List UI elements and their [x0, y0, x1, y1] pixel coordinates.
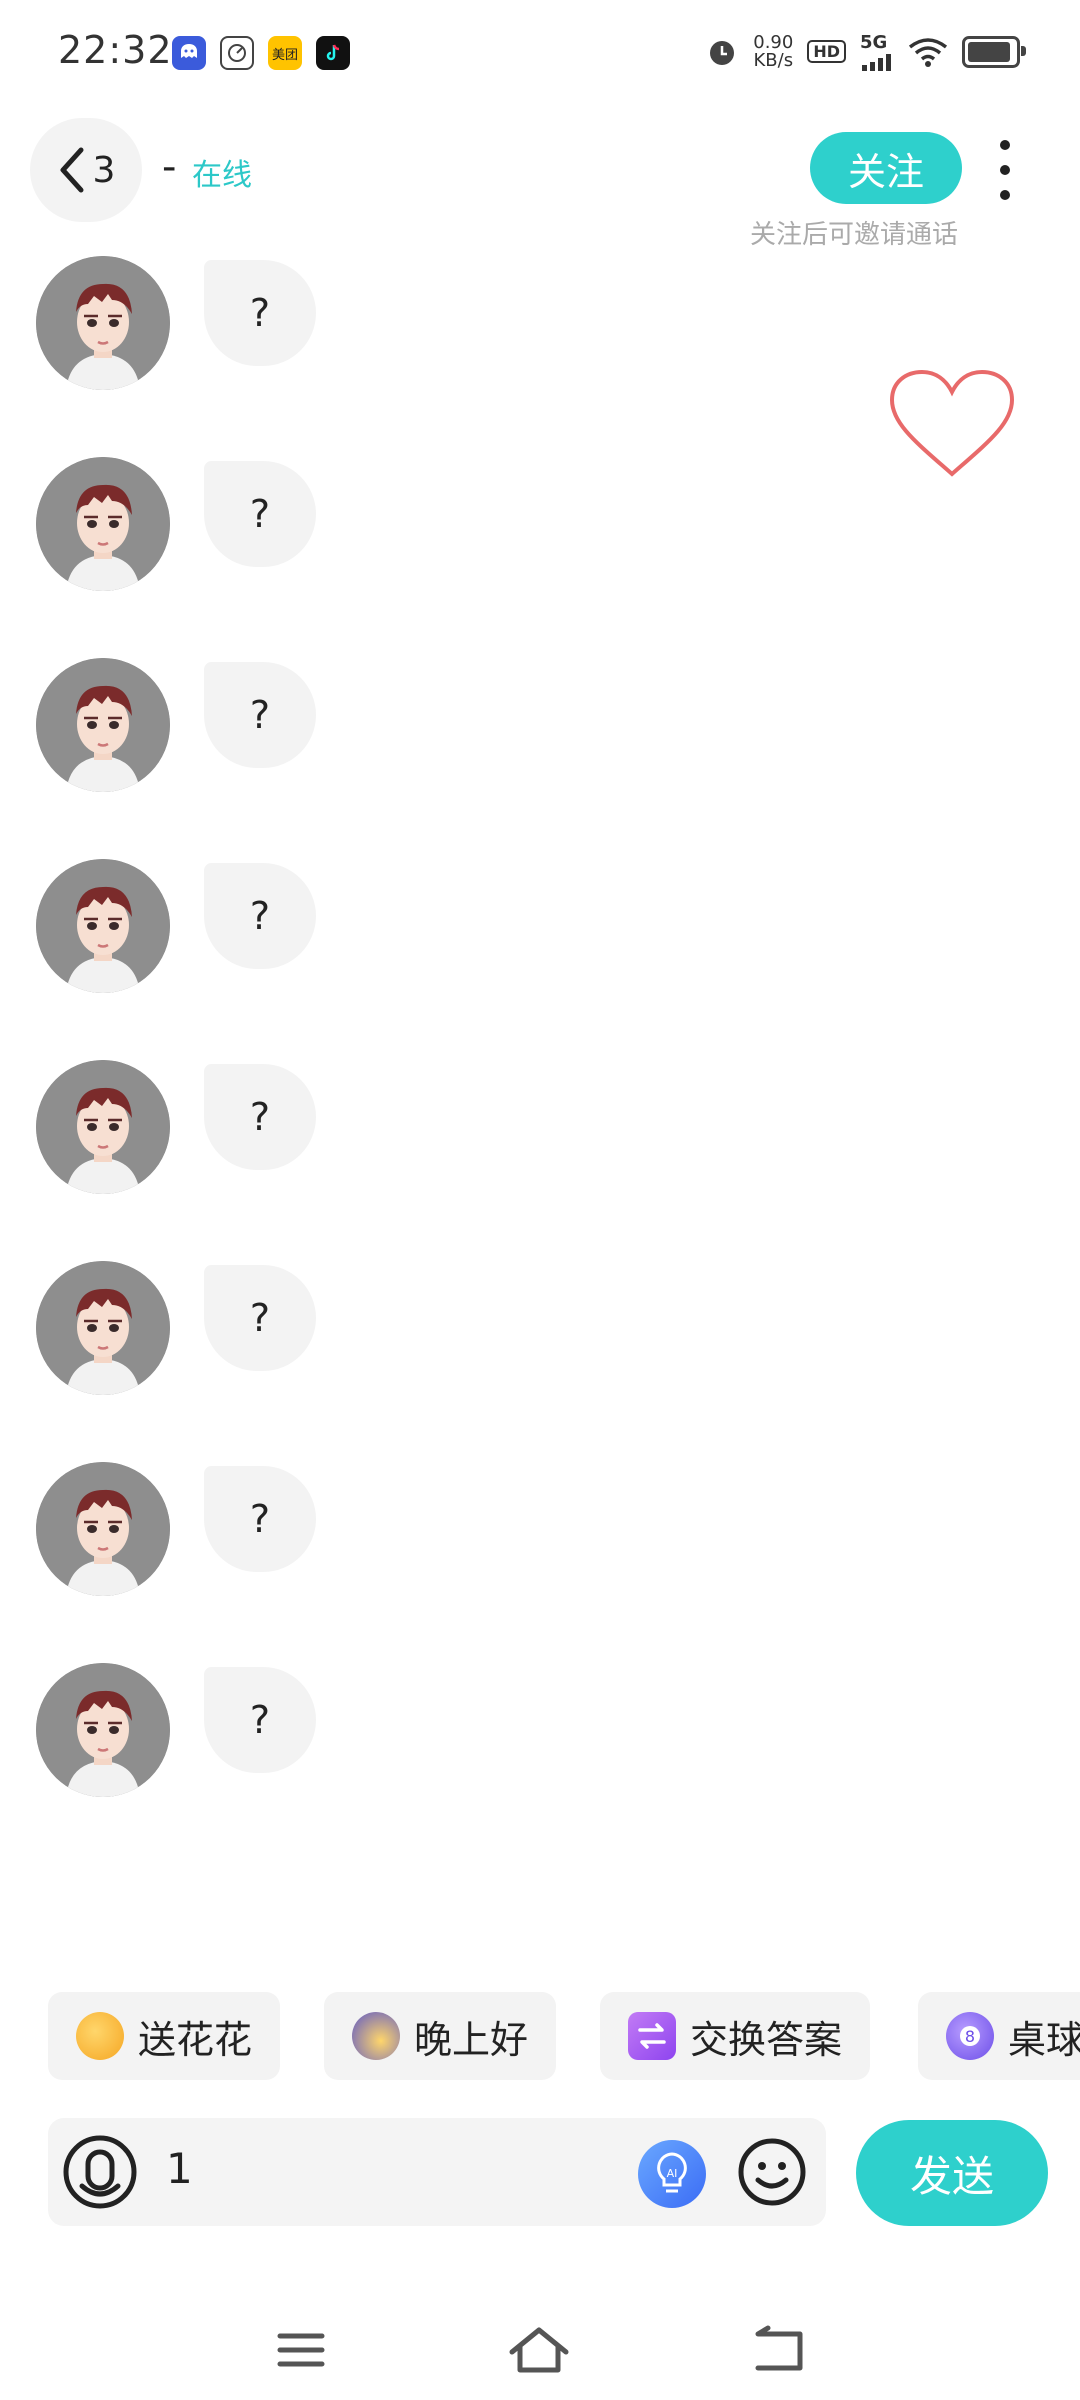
more-dot-icon — [1000, 165, 1010, 175]
message-bubble[interactable]: ? — [204, 1667, 316, 1773]
network-type: 5G — [860, 32, 888, 53]
avatar[interactable] — [36, 1261, 170, 1395]
message-bubble[interactable]: ? — [204, 1265, 316, 1371]
alarm-icon — [710, 40, 735, 65]
quick-reply-label: 交换答案 — [690, 2017, 843, 2062]
emoji-icon[interactable] — [736, 2136, 808, 2208]
avatar[interactable] — [36, 457, 170, 591]
quick-reply-chip[interactable]: 晚上好 — [324, 1992, 557, 2080]
more-dot-icon — [1000, 190, 1010, 200]
back-nav-icon[interactable] — [744, 2320, 814, 2380]
status-time: 22:32 — [58, 28, 173, 72]
chevron-left-icon — [60, 147, 84, 193]
lightbulb-icon: AI — [657, 2152, 687, 2193]
wifi-icon — [908, 37, 948, 67]
message-input-bar[interactable]: 1 AI — [48, 2118, 826, 2226]
avatar[interactable] — [36, 256, 170, 390]
message-bubble[interactable]: ? — [204, 662, 316, 768]
contact-name-separator: - — [162, 144, 177, 190]
svg-text:8: 8 — [965, 2027, 975, 2046]
avatar[interactable] — [36, 1462, 170, 1596]
speed-app-icon — [220, 36, 254, 70]
chat-header: 3 - 在线 关注 关注后可邀请通话 — [0, 110, 1080, 250]
battery-tip — [1021, 45, 1026, 56]
back-button[interactable]: 3 — [30, 118, 142, 222]
exchange-icon — [628, 2012, 676, 2060]
message-row: ? — [36, 1657, 936, 1797]
quick-reply-label: 桌球 — [1008, 2017, 1080, 2062]
notification-icons: 美团 — [172, 36, 350, 70]
battery-level — [968, 41, 1010, 62]
network-speed-value: 0.90 — [753, 31, 794, 53]
quick-reply-chip[interactable]: 送花花 — [48, 1992, 281, 2080]
send-button[interactable]: 发送 — [856, 2120, 1048, 2226]
avatar[interactable] — [36, 1060, 170, 1194]
ai-assist-button[interactable]: AI — [638, 2140, 706, 2208]
flower-emoji-icon — [76, 2012, 124, 2060]
follow-button[interactable]: 关注 — [810, 132, 962, 204]
message-row: ? — [36, 1054, 936, 1194]
message-row: ? — [36, 250, 936, 390]
quick-reply-chip[interactable]: 8 桌球 — [918, 1992, 1080, 2080]
home-icon[interactable] — [504, 2320, 574, 2380]
signal-5g-icon: 5G — [860, 32, 894, 71]
avatar[interactable] — [36, 859, 170, 993]
message-row: ? — [36, 451, 936, 591]
hd-badge: HD — [807, 40, 846, 63]
message-bubble[interactable]: ? — [204, 260, 316, 366]
meituan-icon: 美团 — [268, 36, 302, 70]
menu-icon[interactable] — [266, 2320, 336, 2380]
follow-hint: 关注后可邀请通话 — [750, 220, 959, 250]
avatar[interactable] — [36, 1663, 170, 1797]
tiktok-icon — [316, 36, 350, 70]
message-bubble[interactable]: ? — [204, 863, 316, 969]
network-speed-unit: KB/s — [753, 49, 794, 71]
avatar[interactable] — [36, 658, 170, 792]
unread-count: 3 — [92, 149, 116, 191]
svg-text:AI: AI — [667, 2167, 678, 2180]
moon-emoji-icon — [352, 2012, 400, 2060]
message-row: ? — [36, 652, 936, 792]
battery-icon — [962, 35, 1026, 68]
message-bubble[interactable]: ? — [204, 1466, 316, 1572]
message-row: ? — [36, 1255, 936, 1395]
message-row: ? — [36, 853, 936, 993]
message-input[interactable]: 1 — [166, 2144, 193, 2193]
quick-reply-label: 送花花 — [138, 2017, 253, 2062]
network-speed: 0.90 KB/s — [753, 31, 794, 71]
message-bubble[interactable]: ? — [204, 1064, 316, 1170]
message-bubble[interactable]: ? — [204, 461, 316, 567]
status-bar: 22:32 美团 0.90 KB/s HD 5G — [0, 0, 1080, 100]
chat-app-icon — [172, 36, 206, 70]
system-nav-bar — [0, 2300, 1080, 2400]
mention-icon[interactable] — [60, 2132, 140, 2212]
more-options-button[interactable] — [990, 140, 1020, 200]
status-indicators: 0.90 KB/s HD 5G — [705, 31, 1026, 71]
quick-reply-bar[interactable]: 送花花 晚上好 交换答案 8 桌球 — [48, 1992, 1080, 2082]
online-status: 在线 — [192, 158, 252, 193]
quick-reply-chip[interactable]: 交换答案 — [600, 1992, 871, 2080]
quick-reply-label: 晚上好 — [414, 2017, 529, 2062]
more-dot-icon — [1000, 140, 1010, 150]
billiard-ball-icon: 8 — [946, 2012, 994, 2060]
message-row: ? — [36, 1456, 936, 1596]
